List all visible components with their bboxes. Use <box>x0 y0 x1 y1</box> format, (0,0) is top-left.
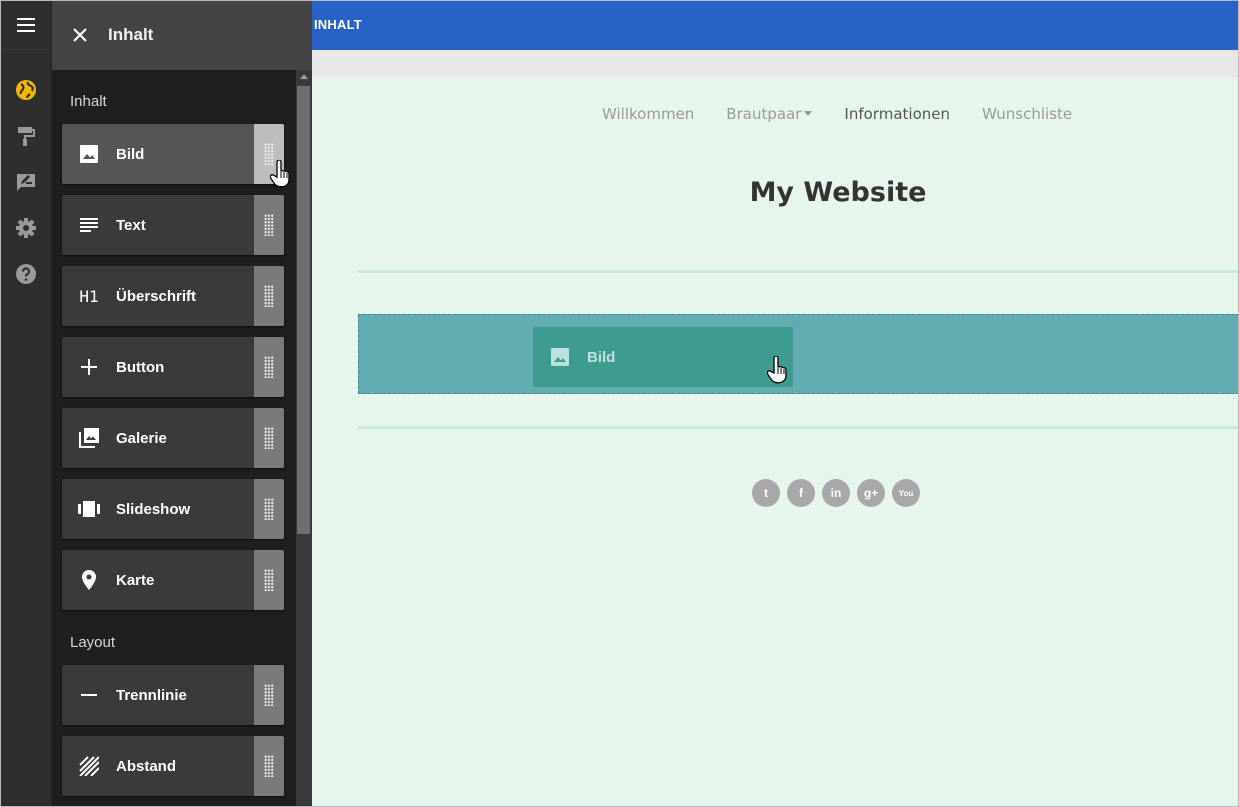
image-icon <box>62 124 116 184</box>
widget-item-trennlinie[interactable]: Trennlinie <box>62 665 284 725</box>
drag-ghost-bild: Bild <box>533 327 793 387</box>
nav-item-label: Brautpaar <box>726 105 802 123</box>
widget-item-galerie[interactable]: Galerie <box>62 408 284 468</box>
drag-handle[interactable] <box>254 337 284 397</box>
drag-handle[interactable] <box>254 736 284 796</box>
close-panel-button[interactable] <box>52 0 108 70</box>
widget-item-karte[interactable]: Karte <box>62 550 284 610</box>
heading-h1-icon: H1 <box>79 286 99 306</box>
drag-handle[interactable] <box>254 665 284 725</box>
nav-item-wunschliste[interactable]: Wunschliste <box>982 105 1072 123</box>
scroll-up-arrow-icon[interactable] <box>300 74 308 79</box>
paint-roller-icon <box>18 127 35 146</box>
social-icons: t f in g+ You <box>752 479 920 507</box>
slideshow-icon <box>62 479 116 539</box>
nav-item-willkommen[interactable]: Willkommen <box>602 105 694 123</box>
widget-label: Abstand <box>116 757 176 775</box>
widget-item-ueberschrift[interactable]: H1 Überschrift <box>62 266 284 326</box>
widget-label: Karte <box>116 571 155 589</box>
section-label-inhalt: Inhalt <box>70 93 107 110</box>
globe-icon <box>16 80 36 100</box>
scrollbar-thumb[interactable] <box>297 86 310 534</box>
linkedin-icon[interactable]: in <box>822 479 850 507</box>
site-title[interactable]: My Website <box>312 177 1239 208</box>
drag-handle[interactable] <box>254 266 284 326</box>
widget-item-text[interactable]: Text <box>62 195 284 255</box>
map-pin-icon <box>62 550 116 610</box>
top-bar: INHALT <box>312 0 1239 50</box>
rail-content-button[interactable] <box>14 78 38 102</box>
panel-scrollbar[interactable] <box>296 70 312 807</box>
hand-cursor-icon <box>270 160 290 188</box>
nav-item-informationen[interactable]: Informationen <box>844 105 950 123</box>
drag-handle[interactable] <box>254 408 284 468</box>
help-icon <box>16 264 36 284</box>
gallery-icon <box>62 408 116 468</box>
nav-item-brautpaar[interactable]: Brautpaar <box>726 105 813 123</box>
widget-label: Button <box>116 358 165 376</box>
drop-zone[interactable]: Bild <box>358 314 1239 394</box>
twitter-icon[interactable]: t <box>752 479 780 507</box>
divider-line <box>358 426 1239 429</box>
widget-label: Trennlinie <box>116 686 187 704</box>
drag-handle[interactable] <box>254 195 284 255</box>
website-canvas: Willkommen Brautpaar Informationen Wunsc… <box>312 77 1239 807</box>
rail-settings-button[interactable] <box>14 216 38 240</box>
widget-item-bild[interactable]: Bild <box>62 124 284 184</box>
drag-handle[interactable] <box>254 479 284 539</box>
close-icon <box>73 28 87 42</box>
plus-icon <box>62 337 116 397</box>
facebook-icon[interactable]: f <box>787 479 815 507</box>
hand-cursor-icon <box>767 356 787 384</box>
widget-item-button[interactable]: Button <box>62 337 284 397</box>
google-plus-icon[interactable]: g+ <box>857 479 885 507</box>
section-label-layout: Layout <box>70 634 116 651</box>
drag-handle[interactable] <box>254 550 284 610</box>
drag-dots-icon <box>264 569 274 591</box>
canvas-gutter <box>312 50 1239 77</box>
text-lines-icon <box>62 195 116 255</box>
menu-button[interactable] <box>0 0 52 50</box>
widget-label: Galerie <box>116 429 167 447</box>
gear-icon <box>16 218 36 238</box>
rail-help-button[interactable] <box>14 262 38 286</box>
rail-design-button[interactable] <box>14 124 38 148</box>
widget-item-abstand[interactable]: Abstand <box>62 736 284 796</box>
drag-dots-icon <box>264 285 274 307</box>
drag-dots-icon <box>264 214 274 236</box>
youtube-icon[interactable]: You <box>892 479 920 507</box>
top-bar-title: INHALT <box>314 17 362 32</box>
menu-icon <box>17 17 35 32</box>
drag-ghost-label: Bild <box>587 348 616 366</box>
edit-post-icon <box>17 174 35 191</box>
image-icon <box>533 348 587 366</box>
drag-dots-icon <box>264 498 274 520</box>
drag-dots-icon <box>264 755 274 777</box>
widget-item-slideshow[interactable]: Slideshow <box>62 479 284 539</box>
rail-posts-button[interactable] <box>14 170 38 194</box>
site-navigation: Willkommen Brautpaar Informationen Wunsc… <box>602 105 1072 123</box>
widget-label: Überschrift <box>116 287 197 305</box>
caret-down-icon <box>804 111 813 116</box>
icon-rail <box>0 0 52 807</box>
panel-header: Inhalt <box>52 0 312 70</box>
widget-label: Slideshow <box>116 500 191 518</box>
widget-panel: Inhalt Bild Text H1 Überschrift Button G… <box>52 70 296 807</box>
widget-label: Text <box>116 216 146 234</box>
drag-dots-icon <box>264 356 274 378</box>
widget-label: Bild <box>116 145 145 163</box>
divider-line <box>358 270 1239 273</box>
divider-icon <box>62 665 116 725</box>
drag-dots-icon <box>264 684 274 706</box>
drag-dots-icon <box>264 427 274 449</box>
panel-title: Inhalt <box>108 25 154 44</box>
spacer-icon <box>62 736 116 796</box>
